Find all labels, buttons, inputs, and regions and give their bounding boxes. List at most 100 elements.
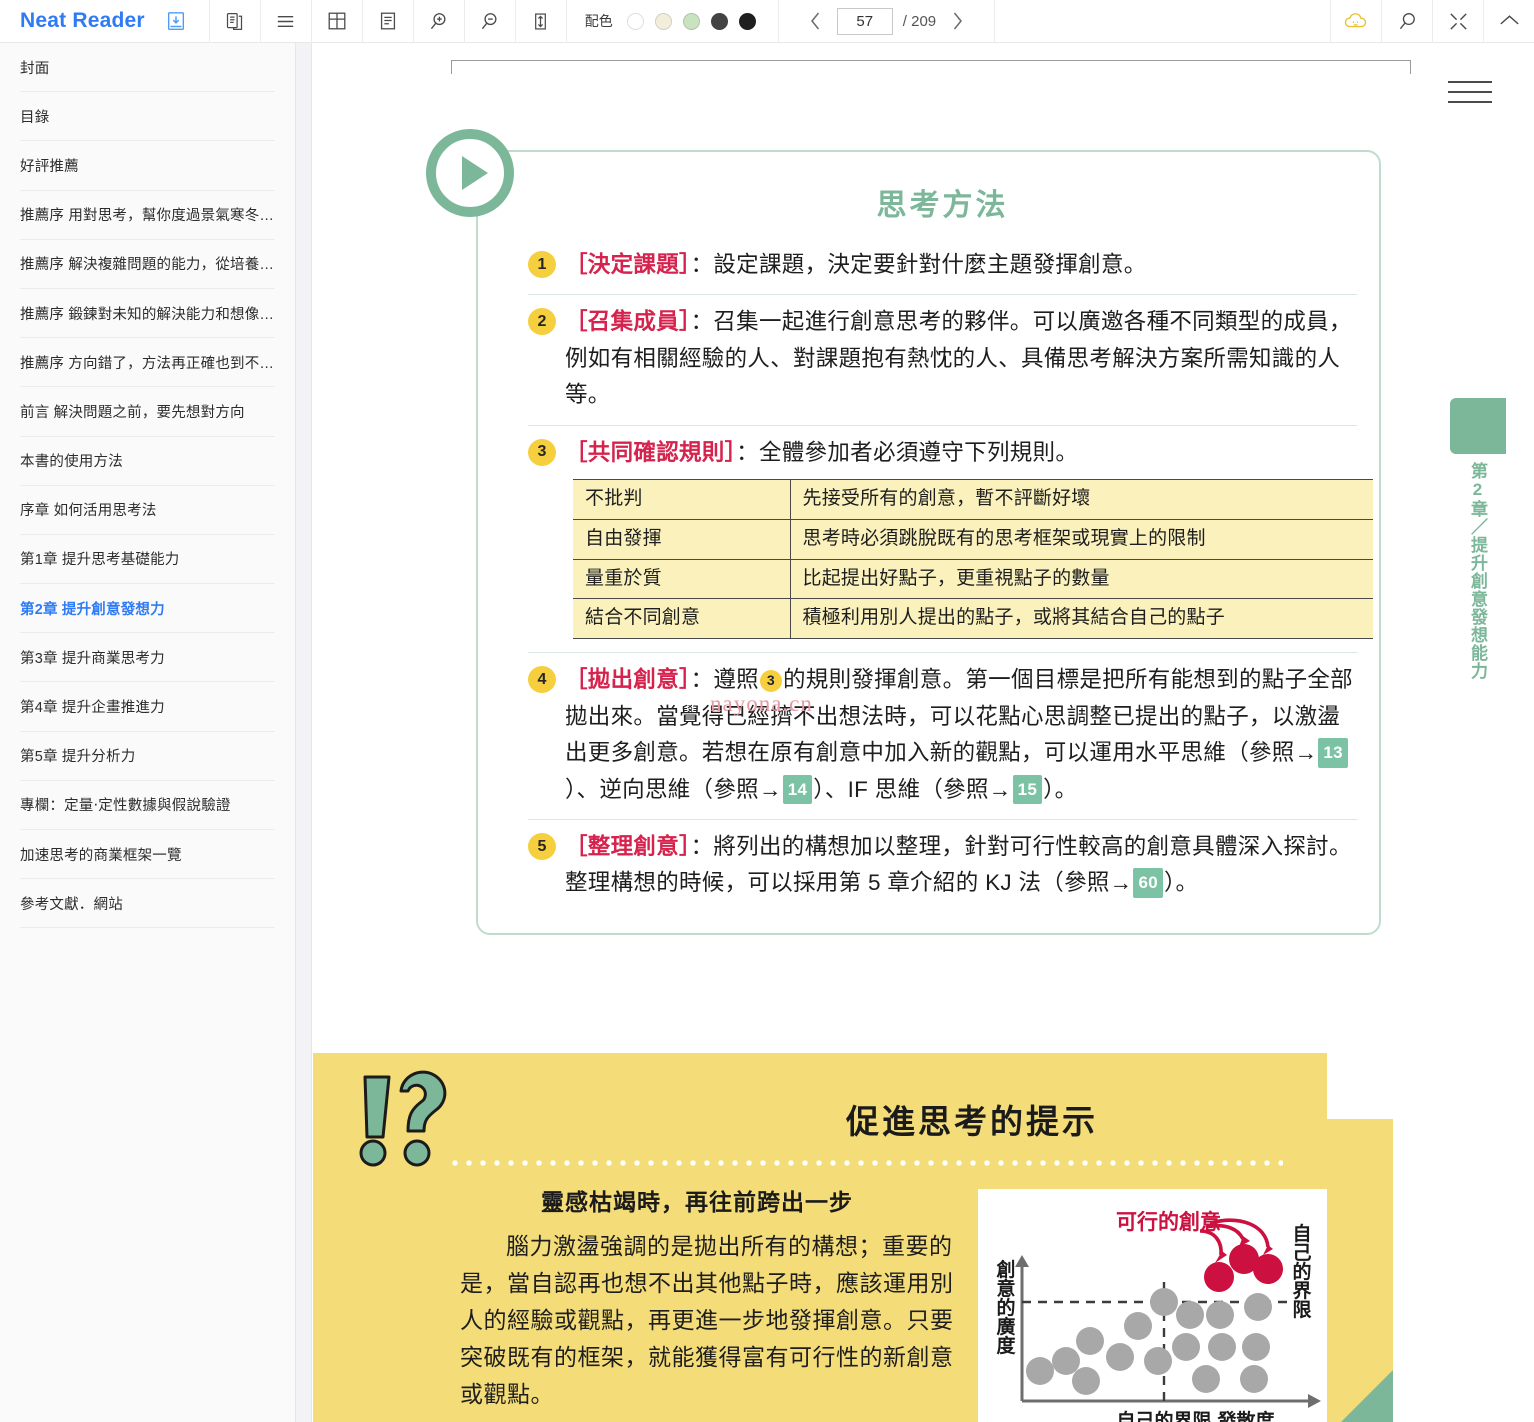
method-step-5: 5 ［整理創意］：將列出的構想加以整理，針對可行性較高的創意具體深入探討。整理構…: [528, 819, 1357, 913]
step-tag: ［共同確認規則］: [565, 439, 737, 465]
rule-key: 量重於質: [573, 559, 791, 600]
page-menu-icon[interactable]: [1448, 81, 1492, 115]
palette-swatch-green[interactable]: [682, 12, 700, 30]
contents-list-icon[interactable]: [261, 0, 311, 43]
step-text: ：全體參加者必須遵守下列規則。: [736, 439, 1079, 465]
chevron-up-icon[interactable]: [1484, 0, 1534, 43]
sidebar-resize-handle[interactable]: [296, 43, 312, 1422]
step-body: ［拋出創意］：遵照 3 的規則發揮創意。第一個目標是把所有能想到的點子全部拋出來。當…: [565, 662, 1357, 808]
table-row: 量重於質 比起提出好點子，更重視點子的數量: [573, 559, 1373, 600]
method-step-2: 2 ［召集成員］：召集一起進行創意思考的夥伴。可以廣邀各種不同類型的成員，例如有…: [528, 294, 1357, 424]
chart-xlabel: 發散度: [1216, 1409, 1275, 1422]
grid-layout-icon[interactable]: [312, 0, 362, 43]
copy-icon[interactable]: [210, 0, 260, 43]
sidebar-item-5[interactable]: 推薦序 鍛鍊對未知的解決能力和想像…: [20, 289, 275, 339]
palette-label: 配色: [584, 13, 613, 29]
sidebar-item-8[interactable]: 本書的使用方法: [20, 437, 275, 486]
palette-swatch-cream[interactable]: [654, 12, 672, 30]
step-tag: ［決定課題］: [565, 252, 691, 277]
zoom-in-icon[interactable]: [414, 0, 464, 43]
table-row: 自由發揮 思考時必須跳脫既有的思考框架或現實上的限制: [573, 519, 1373, 560]
chapter-side-tab: 第2章／提升創意發想能力: [1450, 398, 1506, 712]
sidebar-item-6[interactable]: 推薦序 方向錯了，方法再正確也到不…: [20, 338, 275, 388]
step-number: 5: [528, 833, 556, 860]
rule-value: 先接受所有的創意，暫不評斷好壞: [790, 479, 1373, 520]
cross-reference-14[interactable]: 14: [782, 774, 813, 805]
step-text-d: ）、IF 思維（參照→: [813, 776, 1012, 802]
method-step-4: 4 ［拋出創意］：遵照 3 的規則發揮創意。第一個目標是把所有能想到的點子全部拋出來…: [528, 652, 1357, 819]
chapter-tab-block: [1450, 398, 1506, 454]
palette-swatch-dark[interactable]: [710, 12, 728, 30]
sidebar-item-10[interactable]: 第1章 提升思考基礎能力: [20, 535, 275, 585]
rule-value: 積極利用別人提出的點子，或將其結合自己的點子: [790, 598, 1373, 640]
palette-swatch-white[interactable]: [626, 12, 644, 30]
chart-ylabel: 創意的廣度: [994, 1258, 1016, 1355]
zoom-out-icon[interactable]: [465, 0, 515, 43]
sidebar-item-14[interactable]: 第5章 提升分析力: [20, 732, 275, 781]
rule-value: 思考時必須跳脫既有的思考框架或現實上的限制: [790, 519, 1373, 560]
tips-title: 促進思考的提示: [846, 1103, 1098, 1140]
reader-page-view: 第2章／提升創意發想能力 思考方法 1 ［決定課題］：設定課題，決定要針對什麼主…: [313, 43, 1510, 1422]
page-number-input[interactable]: [836, 7, 893, 35]
next-page-button[interactable]: [946, 8, 968, 34]
sidebar-item-1[interactable]: 目錄: [20, 92, 275, 142]
method-title: 思考方法: [876, 189, 1009, 222]
save-book-icon[interactable]: [159, 0, 193, 43]
palette-swatch-black[interactable]: [738, 12, 756, 30]
sidebar-item-15[interactable]: 專欄：定量‧定性數據與假說驗證: [20, 781, 275, 830]
brand-area: Neat Reader: [0, 0, 209, 43]
sidebar-item-3[interactable]: 推薦序 用對思考，幫你度過景氣寒冬…: [20, 191, 275, 240]
scatter-svg: 可行的創意 發散度 自己的界限 創意的廣度 自己的界限: [994, 1210, 1321, 1422]
sidebar-item-16[interactable]: 加速思考的商業框架一覽: [20, 830, 275, 880]
app-title: Neat Reader: [20, 9, 145, 32]
color-palette: 配色: [567, 0, 778, 43]
cloud-sync-icon[interactable]: [1331, 0, 1381, 43]
tips-dotted-rule: [448, 1160, 1283, 1166]
exclaim-question-icon: [343, 1065, 463, 1175]
sidebar-item-9[interactable]: 序章 如何活用思考法: [20, 486, 275, 535]
step-number: 4: [528, 666, 556, 694]
tips-panel: 促進思考的提示 靈感枯竭時，再往前跨出一步 腦力激盪強調的是拋出所有的構想；重要…: [313, 1053, 1393, 1422]
table-row: 結合不同創意 積極利用別人提出的點子，或將其結合自己的點子: [573, 598, 1373, 640]
sidebar-item-4[interactable]: 推薦序 解決複雜問題的能力，從培養…: [20, 240, 275, 289]
rule-key: 自由發揮: [573, 519, 791, 560]
chapter-tab-label: 第2章／提升創意發想能力: [1468, 462, 1488, 680]
table-of-contents-sidebar[interactable]: 封面 目錄 好評推薦 推薦序 用對思考，幫你度過景氣寒冬… 推薦序 解決複雜問題…: [0, 43, 296, 1422]
step-number: 3: [528, 438, 556, 466]
search-icon[interactable]: [1382, 0, 1432, 43]
sidebar-item-12[interactable]: 第3章 提升商業思考力: [20, 633, 275, 683]
cross-reference-13[interactable]: 13: [1318, 738, 1348, 768]
page-layout-icon[interactable]: [363, 0, 413, 43]
step-text-c: ）、逆向思維（參照→: [565, 776, 782, 802]
chart-annotation: 可行的創意: [1116, 1210, 1221, 1234]
step-body: ［決定課題］：設定課題，決定要針對什麼主題發揮創意。: [565, 247, 1357, 283]
rule-key: 不批判: [573, 479, 791, 520]
inline-step-number: 3: [759, 669, 782, 692]
step-text: ：設定課題，決定要針對什麼主題發揮創意。: [690, 252, 1147, 277]
method-card: 思考方法 1 ［決定課題］：設定課題，決定要針對什麼主題發揮創意。 2 ［召集成…: [426, 129, 1381, 935]
sidebar-item-2[interactable]: 好評推薦: [20, 141, 275, 191]
sidebar-item-17[interactable]: 參考文獻．網站: [20, 879, 275, 929]
cross-reference-60[interactable]: 60: [1133, 868, 1163, 898]
tips-corner-fold: [1341, 1370, 1393, 1422]
tips-notch: [1327, 1053, 1393, 1119]
sidebar-item-0[interactable]: 封面: [20, 43, 275, 93]
prev-page-button[interactable]: [805, 8, 827, 34]
fit-height-icon[interactable]: [516, 0, 566, 43]
step-tag: ［整理創意］: [565, 834, 691, 859]
sidebar-item-13[interactable]: 第4章 提升企畫推進力: [20, 682, 275, 732]
step-text-a: ：遵照: [690, 667, 759, 693]
step-text-e: ）。: [1043, 776, 1078, 802]
step-body: ［整理創意］：將列出的構想加以整理，針對可行性較高的創意具體深入探討。整理構想的…: [565, 829, 1357, 902]
sidebar-item-11[interactable]: 第2章 提升創意發想力: [20, 584, 275, 634]
step-body: ［共同確認規則］：全體參加者必須遵守下列規則。 不批判 先接受所有的創意，暫不評…: [565, 435, 1373, 642]
rule-value: 比起提出好點子，更重視點子的數量: [790, 559, 1373, 600]
table-row: 不批判 先接受所有的創意，暫不評斷好壞: [573, 479, 1373, 520]
chart-y-threshold-label: 自己的界限: [1290, 1222, 1312, 1319]
page-top-frame: [451, 60, 1411, 74]
cross-reference-15[interactable]: 15: [1012, 774, 1043, 805]
step-body: ［召集成員］：召集一起進行創意思考的夥伴。可以廣邀各種不同類型的成員，例如有相關…: [565, 304, 1357, 413]
sidebar-item-7[interactable]: 前言 解決問題之前，要先想對方向: [20, 387, 275, 437]
collapse-icon[interactable]: [1433, 0, 1483, 43]
